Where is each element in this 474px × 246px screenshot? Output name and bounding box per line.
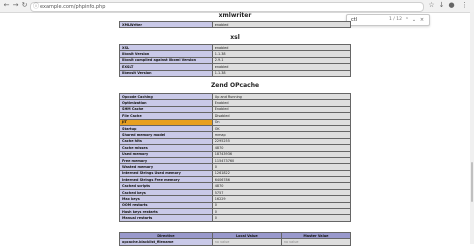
table-row: Manual restarts 0 [119, 214, 352, 222]
forward-icon[interactable]: → [12, 2, 19, 9]
table-row: opcache.blacklist_filename no value no v… [119, 238, 352, 246]
directive-value: 1.1.38 [211, 69, 352, 77]
section-title-xsl: xsl [230, 34, 240, 41]
profile-icon[interactable]: ● [448, 2, 455, 9]
directive-value: 0 [211, 214, 352, 222]
menu-icon[interactable]: ⋮ [461, 2, 468, 9]
reload-icon[interactable]: ↻ [21, 2, 28, 9]
table-row: libexslt Version 1.1.38 [119, 69, 352, 77]
back-icon[interactable]: ← [3, 2, 10, 9]
site-info-icon[interactable]: ⓘ [33, 3, 39, 11]
table-row: XMLWriter enabled [119, 20, 352, 29]
directive-name: Manual restarts [119, 214, 213, 222]
directive-name: opcache.blacklist_filename [119, 238, 213, 246]
phpinfo-content: xmlwriter XMLWriter enabled xsl XSL enabl… [0, 12, 474, 246]
xsl-table: XSL enabled libxslt Version 1.1.38 libxslt… [119, 43, 352, 77]
page-scrollbar[interactable] [470, 12, 474, 244]
address-text: example.com/phpinfo.php [40, 4, 106, 10]
download-icon[interactable]: ↓ [438, 2, 445, 9]
section-title-xmlwriter: xmlwriter [218, 12, 252, 19]
directive-value: enabled [211, 20, 352, 29]
directive-name: libexslt Version [119, 69, 213, 77]
opcache-table: Opcode Caching Up and Running Optimizatio… [119, 92, 352, 222]
bookmark-star-icon[interactable]: ☆ [428, 2, 435, 9]
xmlwriter-table: XMLWriter enabled [119, 20, 352, 29]
scrollbar-thumb[interactable] [471, 162, 473, 202]
master-value: no value [280, 238, 352, 246]
section-title-opcache: Zend OPcache [210, 82, 260, 89]
local-value: no value [211, 238, 282, 246]
directive-name: XMLWriter [119, 20, 213, 29]
address-bar[interactable]: ⓘ example.com/phpinfo.php [30, 2, 424, 12]
